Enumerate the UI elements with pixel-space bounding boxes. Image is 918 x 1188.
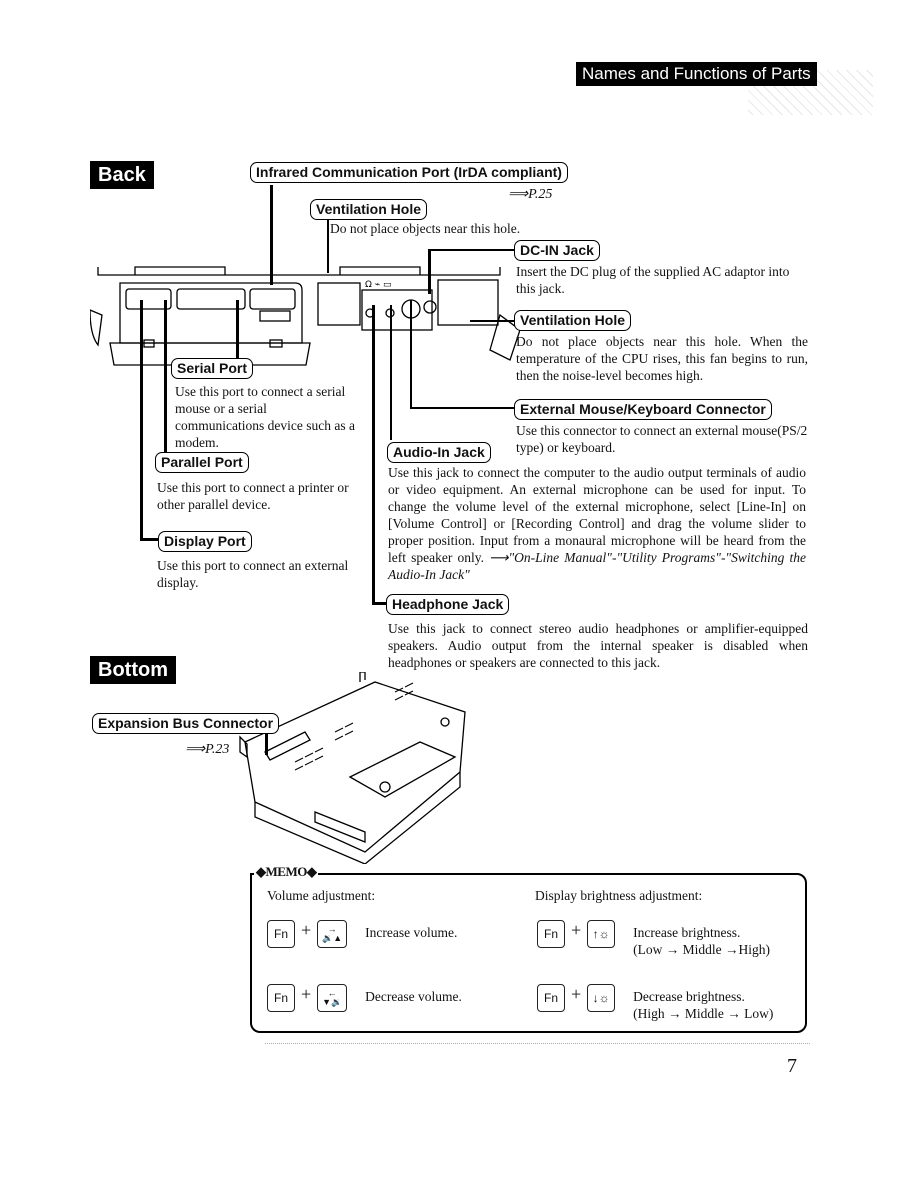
ventilation-hole-2-desc: Do not place objects near this hole. Whe… (516, 334, 808, 383)
leader-line-dc-in-v (428, 249, 431, 294)
leader-line-vent-1 (327, 218, 329, 273)
external-mouse-keyboard-desc: Use this connector to connect an externa… (516, 423, 808, 455)
leader-line-dc-in-h (428, 249, 518, 251)
dc-in-graphic (423, 300, 437, 314)
serial-port-graphic (249, 288, 296, 310)
volume-down-key: ← ▼🔉 (317, 984, 348, 1012)
callout-infrared-port: Infrared Communication Port (IrDA compli… (250, 162, 568, 183)
leader-line-display-v (140, 300, 143, 540)
expansion-slot (264, 731, 311, 761)
memo-title: ◆MEMO◆ (254, 864, 319, 880)
plus-sign: + (571, 984, 582, 1004)
page-number: 7 (787, 1055, 797, 1077)
brightness-up-key: ↑☼ (587, 920, 616, 948)
leader-line-headphone-h (372, 602, 386, 605)
back-panel-illustration: Ω ⌁ ▭ (90, 266, 520, 366)
brightness-heading: Display brightness adjustment: (535, 888, 703, 903)
brightness-increase-text: Increase brightness. (Low → Middle →High… (633, 924, 770, 958)
leader-line-vent-2 (470, 320, 516, 322)
expansion-page-ref[interactable]: ⟹P.23 (185, 741, 229, 758)
plus-sign: + (301, 984, 312, 1004)
display-port-desc: Use this port to connect an external dis… (157, 558, 349, 590)
fn-key: Fn (267, 920, 295, 948)
port-bay (119, 282, 303, 344)
brightness-up-icon: ↑☼ (592, 927, 610, 941)
vent-right (437, 279, 499, 326)
leader-line-audio-in (390, 305, 392, 440)
brightness-increase-sequence: (Low → Middle →High) (633, 942, 771, 957)
callout-display-port: Display Port (158, 531, 252, 552)
section-label-bottom: Bottom (90, 656, 176, 684)
audio-in-jack-desc: Use this jack to connect the computer to… (388, 464, 806, 583)
footer-divider (265, 1043, 810, 1044)
brightness-decrease-text: Decrease brightness. (High → Middle → Lo… (633, 988, 773, 1022)
speaker-up-icon: 🔉▲ (322, 933, 343, 943)
headphone-jack-desc: Use this jack to connect stereo audio he… (388, 621, 808, 670)
leader-line-ext-mouse-v (410, 300, 412, 408)
callout-audio-in-jack: Audio-In Jack (387, 442, 491, 463)
brightness-decrease-row: Fn + ↓☼ Decrease brightness. (High → Mid… (537, 984, 773, 1022)
brightness-increase-label: Increase brightness. (633, 925, 741, 940)
volume-increase-text: Increase volume. (365, 925, 458, 940)
leader-line-ext-mouse-h (410, 407, 516, 409)
bottom-view-illustration (239, 672, 466, 864)
speaker-down-icon: ▼🔉 (322, 997, 343, 1007)
dc-in-jack-desc: Insert the DC plug of the supplied AC ad… (516, 264, 790, 296)
section-label-back: Back (90, 161, 154, 189)
ventilation-hole-1-desc: Do not place objects near this hole. (330, 221, 521, 236)
plus-sign: + (571, 920, 582, 940)
brightness-down-key: ↓☼ (587, 984, 616, 1012)
leader-line-serial (236, 300, 239, 360)
infrared-page-ref[interactable]: ⟹P.25 (508, 186, 552, 203)
vent-left (317, 282, 361, 326)
leader-line-parallel (164, 300, 167, 455)
page-title: Names and Functions of Parts (576, 62, 817, 86)
fn-key: Fn (537, 984, 565, 1012)
callout-dc-in-jack: DC-IN Jack (514, 240, 600, 261)
leader-line-headphone-v (372, 305, 375, 605)
callout-external-mouse-keyboard: External Mouse/Keyboard Connector (514, 399, 772, 420)
callout-serial-port: Serial Port (171, 358, 254, 379)
fn-key: Fn (537, 920, 565, 948)
volume-decrease-text: Decrease volume. (365, 989, 462, 1004)
callout-expansion-bus-connector: Expansion Bus Connector (92, 713, 280, 734)
svg-text:Ω ⌁ ▭: Ω ⌁ ▭ (365, 280, 392, 290)
serial-port-desc: Use this port to connect a serial mouse … (175, 384, 355, 450)
callout-ventilation-hole-2: Ventilation Hole (514, 310, 632, 331)
brightness-decrease-label: Decrease brightness. (633, 989, 745, 1004)
volume-up-key: → 🔉▲ (317, 920, 348, 948)
callout-ventilation-hole-1: Ventilation Hole (310, 199, 428, 220)
callout-headphone-jack: Headphone Jack (386, 594, 510, 615)
volume-increase-row: Fn + → 🔉▲ Increase volume. (267, 920, 457, 948)
brightness-decrease-sequence: (High → Middle → Low) (633, 1006, 774, 1021)
callout-parallel-port: Parallel Port (155, 452, 249, 473)
volume-decrease-row: Fn + ← ▼🔉 Decrease volume. (267, 984, 462, 1012)
parallel-port-graphic (176, 288, 246, 310)
fn-key: Fn (267, 984, 295, 1012)
chassis-top-edge (97, 267, 501, 276)
leader-line-display-h (140, 538, 158, 541)
brightness-increase-row: Fn + ↑☼ Increase brightness. (Low → Midd… (537, 920, 770, 958)
plus-sign: + (301, 920, 312, 940)
parallel-port-desc: Use this port to connect a printer or ot… (157, 480, 349, 512)
brightness-down-icon: ↓☼ (592, 991, 610, 1005)
leader-line-infrared (270, 185, 273, 285)
volume-heading: Volume adjustment: (267, 888, 376, 903)
